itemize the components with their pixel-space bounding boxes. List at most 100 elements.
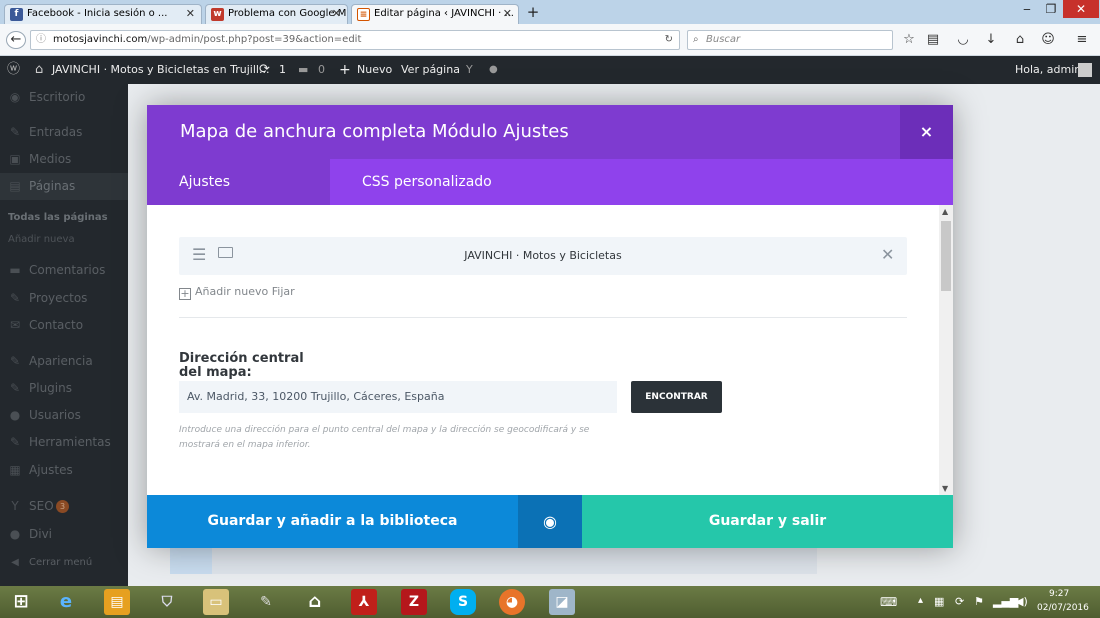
sidebar-item-comentarios[interactable]: ▬ Comentarios: [0, 257, 128, 284]
tab-custom-css[interactable]: CSS personalizado: [330, 159, 524, 205]
remove-pin-icon[interactable]: ✕: [881, 246, 894, 264]
address-hint: Introduce una dirección para el punto ce…: [179, 425, 590, 450]
home-app-icon[interactable]: ⌂: [302, 589, 328, 615]
address-input[interactable]: Av. Madrid, 33, 10200 Trujillo, Cáceres,…: [179, 381, 617, 413]
close-tab-icon[interactable]: ✕: [503, 5, 512, 23]
browser-tab-problema[interactable]: w Problema con Google Ma... ✕: [205, 4, 348, 24]
keyboard-icon[interactable]: ⌨: [880, 595, 897, 609]
sidebar-item-medios[interactable]: ▣ Medios: [0, 146, 128, 173]
dashboard-icon: ◉: [9, 90, 21, 104]
reading-list-icon[interactable]: ▤: [925, 32, 941, 48]
file-explorer-icon[interactable]: ▭: [203, 589, 229, 615]
skype-icon[interactable]: S: [450, 589, 476, 615]
sidebar-item-entradas[interactable]: ✎ Entradas: [0, 119, 128, 146]
sidebar-item-herramientas[interactable]: ✎ Herramientas: [0, 429, 128, 456]
comments-icon[interactable]: ▬: [298, 56, 308, 84]
internet-explorer-icon[interactable]: e: [53, 589, 79, 615]
modal-scrollbar[interactable]: ▲ ▼: [939, 205, 953, 495]
map-pin-item[interactable]: ☰ JAVINCHI · Motos y Bicicletas ✕: [179, 237, 907, 275]
tray-up-icon[interactable]: ▴: [918, 595, 923, 606]
close-tab-icon[interactable]: ✕: [186, 5, 195, 23]
pin-icon: ✎: [9, 125, 21, 139]
add-pin-link[interactable]: + Añadir nuevo Fijar: [179, 285, 295, 300]
info-icon: ⓘ: [36, 34, 46, 45]
sidebar-item-contacto[interactable]: ✉ Contacto: [0, 312, 128, 339]
updates-icon[interactable]: ⟳: [259, 56, 270, 84]
scroll-down-icon[interactable]: ▼: [942, 484, 948, 493]
seo-badge: 3: [56, 500, 69, 513]
menu-icon[interactable]: ≡: [1074, 32, 1090, 48]
save-library-button[interactable]: Guardar y añadir a la biblioteca: [147, 495, 518, 548]
greeting-link[interactable]: Hola, admin: [1015, 56, 1081, 84]
sidebar-item-label: Entradas: [29, 125, 83, 139]
windows-start-icon[interactable]: ⊞: [8, 589, 34, 615]
pocket-icon[interactable]: ◡: [955, 32, 971, 48]
collapse-icon: ◀: [11, 557, 19, 568]
browser-tab-editar[interactable]: ≡ Editar página ‹ JAVINCHI · ... ✕: [351, 4, 519, 24]
divi-icon: ●: [9, 527, 21, 541]
sidebar-item-seo[interactable]: Y SEO 3: [0, 493, 128, 520]
appearance-icon: ✎: [9, 354, 21, 368]
projects-icon: ✎: [9, 291, 21, 305]
app-window-icon[interactable]: ◪: [549, 589, 575, 615]
home-icon[interactable]: ⌂: [1012, 32, 1028, 48]
flag-icon[interactable]: ⚑: [974, 595, 984, 608]
wp-favicon-icon: ≡: [357, 8, 370, 21]
scroll-thumb[interactable]: [941, 221, 951, 291]
sidebar-item-label: Medios: [29, 152, 72, 166]
sidebar-item-escritorio[interactable]: ◉ Escritorio: [0, 84, 128, 111]
tab-label: Editar página ‹ JAVINCHI · ...: [374, 8, 514, 19]
acrobat-icon[interactable]: ⅄: [351, 589, 377, 615]
url-bar[interactable]: ⓘ motosjavinchi.com/wp-admin/post.php?po…: [30, 30, 680, 50]
volume-icon[interactable]: ◀): [1015, 595, 1028, 608]
browser-tab-bar: f Facebook - Inicia sesión o ... ✕ w Pro…: [0, 0, 1100, 24]
new-link[interactable]: Nuevo: [357, 56, 392, 84]
sidebar-item-usuarios[interactable]: ● Usuarios: [0, 402, 128, 429]
sidebar-item-collapse[interactable]: ◀ Cerrar menú: [0, 549, 128, 576]
tab-general-settings[interactable]: Ajustes generales: [147, 159, 330, 236]
firefox-icon[interactable]: ◕: [499, 589, 525, 615]
avatar[interactable]: [1078, 63, 1092, 77]
download-icon[interactable]: ↓: [983, 32, 999, 48]
clock-time[interactable]: 9:27: [1049, 589, 1069, 599]
modal-close-button[interactable]: ×: [900, 105, 953, 159]
smiley-icon[interactable]: ☺: [1040, 32, 1056, 48]
sidebar-item-paginas[interactable]: ▤ Páginas: [0, 173, 128, 200]
restore-button[interactable]: ❐: [1039, 0, 1063, 18]
close-window-button[interactable]: ✕: [1063, 0, 1099, 18]
sidebar-item-label: Proyectos: [29, 291, 88, 305]
minimize-button[interactable]: ‒: [1015, 0, 1039, 18]
new-tab-button[interactable]: +: [524, 3, 542, 21]
view-page-link[interactable]: Ver página: [401, 56, 460, 84]
clock-date[interactable]: 02/07/2016: [1037, 603, 1089, 613]
gimp-icon[interactable]: ✎: [253, 589, 279, 615]
site-name-link[interactable]: JAVINCHI · Motos y Bicicletas en Trujill…: [52, 56, 269, 84]
plus-icon: +: [339, 62, 351, 78]
sidebar-item-plugins[interactable]: ✎ Plugins: [0, 375, 128, 402]
wordpress-logo-icon[interactable]: ⓦ: [7, 56, 20, 84]
sidebar-item-apariencia[interactable]: ✎ Apariencia: [0, 348, 128, 375]
network-icon[interactable]: ▦: [934, 595, 944, 608]
backdrop-row-handle: [170, 546, 212, 574]
bookmark-star-icon[interactable]: ☆: [901, 32, 917, 48]
search-input[interactable]: ⌕ Buscar: [687, 30, 893, 50]
scroll-up-icon[interactable]: ▲: [942, 207, 948, 216]
sidebar-item-ajustes[interactable]: ▦ Ajustes: [0, 457, 128, 484]
filezilla-icon[interactable]: Z: [401, 589, 427, 615]
shield-app-icon[interactable]: ⛉: [154, 589, 180, 615]
reload-icon[interactable]: ↻: [665, 31, 673, 49]
save-exit-button[interactable]: Guardar y salir: [582, 495, 953, 548]
sidebar-sub-all-pages[interactable]: Todas las páginas: [8, 212, 108, 223]
back-icon[interactable]: ←: [6, 31, 26, 49]
sidebar-item-proyectos[interactable]: ✎ Proyectos: [0, 285, 128, 312]
notes-app-icon[interactable]: ▤: [104, 589, 130, 615]
browser-tab-facebook[interactable]: f Facebook - Inicia sesión o ... ✕: [4, 4, 202, 24]
windows-taskbar: ⊞ e ▤ ⛉ ▭ ✎ ⌂ ⅄ Z S ◕ ◪ ⌨ ▴ ▦ ⟳ ⚑ ▂▄▆ ◀)…: [0, 586, 1100, 618]
sidebar-item-divi[interactable]: ● Divi: [0, 521, 128, 548]
find-button[interactable]: ENCONTRAR: [631, 381, 722, 413]
yoast-icon[interactable]: Y: [466, 56, 473, 84]
sidebar-sub-add-new[interactable]: Añadir nueva: [8, 234, 75, 245]
preview-eye-icon[interactable]: ◉: [518, 495, 582, 548]
close-tab-icon[interactable]: ✕: [332, 5, 341, 23]
sync-icon[interactable]: ⟳: [955, 595, 964, 608]
